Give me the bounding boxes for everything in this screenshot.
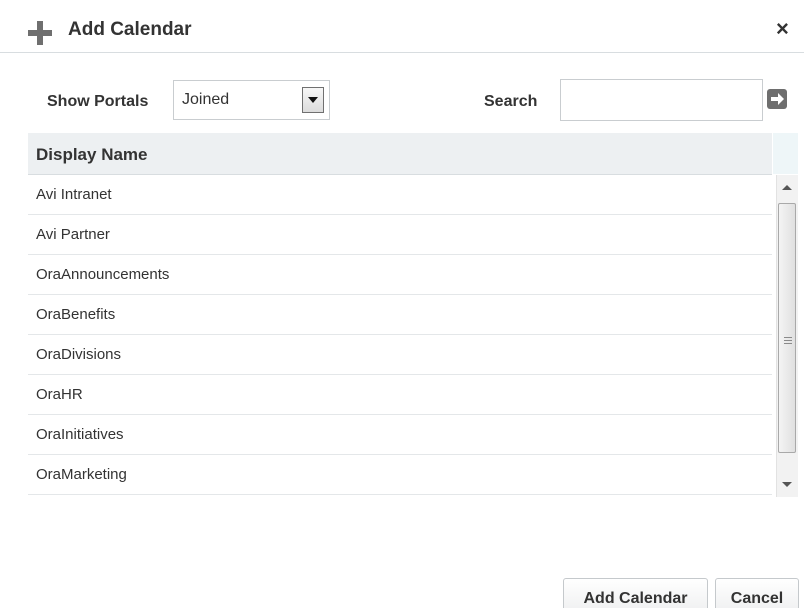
scroll-up-icon[interactable] <box>782 185 792 190</box>
close-icon[interactable]: × <box>776 18 789 40</box>
table-row[interactable]: Avi Intranet <box>28 175 772 215</box>
row-display-name: Avi Intranet <box>36 186 112 203</box>
search-input[interactable] <box>560 79 763 121</box>
table-row[interactable]: OraAnnouncements <box>28 255 772 295</box>
row-display-name: OraDivisions <box>36 346 122 363</box>
arrow-right-icon[interactable] <box>767 89 787 109</box>
show-portals-select[interactable]: Joined <box>173 80 330 120</box>
row-display-name: OraAnnouncements <box>36 266 170 283</box>
row-display-name: OraBenefits <box>36 306 116 323</box>
vertical-scrollbar[interactable] <box>776 175 798 497</box>
show-portals-label: Show Portals <box>47 93 149 110</box>
table-row[interactable]: OraInitiatives <box>28 415 772 455</box>
row-display-name: OraInitiatives <box>36 426 124 443</box>
grip-icon <box>784 337 792 344</box>
table-row[interactable]: OraBenefits <box>28 295 772 335</box>
chevron-down-icon[interactable] <box>302 87 324 113</box>
row-display-name: Avi Partner <box>36 226 110 243</box>
row-display-name: OraHR <box>36 386 83 403</box>
table-body: Avi Intranet Avi Partner OraAnnouncement… <box>28 175 772 495</box>
add-calendar-button[interactable]: Add Calendar <box>563 578 708 608</box>
cancel-button[interactable]: Cancel <box>715 578 799 608</box>
table-header: Display Name <box>28 133 772 175</box>
table-row[interactable]: OraHR <box>28 375 772 415</box>
search-label: Search <box>484 93 538 110</box>
show-portals-value: Joined <box>182 91 230 108</box>
table-header-spacer <box>773 133 798 174</box>
table-row[interactable]: OraMarketing <box>28 455 772 495</box>
dialog-title: Add Calendar <box>68 19 192 40</box>
scrollbar-thumb[interactable] <box>778 203 796 453</box>
table-row[interactable]: Avi Partner <box>28 215 772 255</box>
add-calendar-dialog: Add Calendar × Show Portals Joined Searc… <box>0 0 804 608</box>
dialog-header: Add Calendar × <box>0 0 804 53</box>
scroll-down-icon[interactable] <box>782 482 792 487</box>
row-display-name: OraMarketing <box>36 466 127 483</box>
column-header-display-name[interactable]: Display Name <box>36 145 148 165</box>
plus-icon <box>28 21 52 45</box>
table-row[interactable]: OraDivisions <box>28 335 772 375</box>
